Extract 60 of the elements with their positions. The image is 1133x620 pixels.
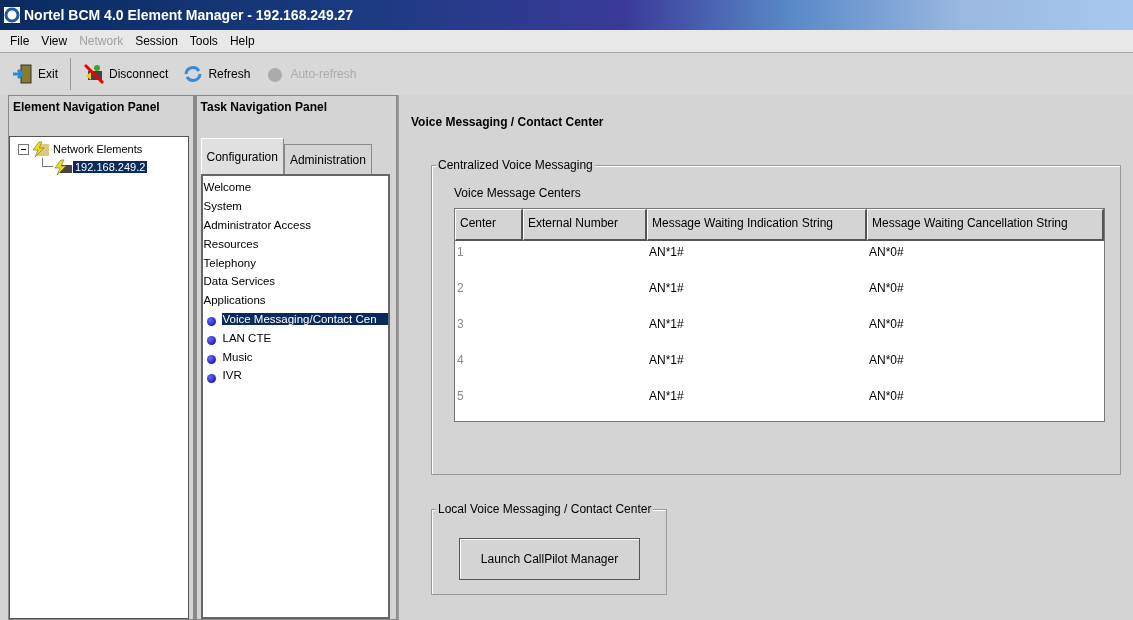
table-cell: 3	[457, 317, 464, 331]
tab[interactable]: Administration	[283, 144, 372, 174]
table-cell: AN*1#	[649, 281, 684, 295]
task-item[interactable]: System	[202, 200, 243, 213]
door-icon	[12, 63, 34, 85]
tree-item[interactable]: 192.168.249.2	[73, 161, 148, 173]
group-title: Centralized Voice Messaging	[436, 158, 595, 172]
task-item[interactable]: Voice Messaging/Contact Cen	[221, 312, 388, 325]
bullet-icon	[206, 355, 216, 365]
task-item[interactable]: Data Services	[202, 275, 277, 288]
table-cell: 4	[457, 353, 464, 367]
menu-item[interactable]: Help	[223, 34, 261, 48]
disconnect-icon	[83, 63, 105, 85]
table-cell: 1	[457, 245, 464, 259]
bullet-icon	[206, 317, 216, 327]
task-item[interactable]: Welcome	[202, 181, 253, 194]
column-header[interactable]: External Number	[523, 209, 647, 241]
window-title: Nortel BCM 4.0 Element Manager - 192.168.249.27	[24, 7, 354, 23]
table-cell: AN*1#	[649, 389, 684, 403]
table-cell: AN*0#	[869, 281, 904, 295]
table-cell: AN*0#	[869, 317, 904, 331]
page-title: Voice Messaging / Contact Center	[411, 115, 604, 129]
toolbar-button[interactable]: Disconnect	[79, 61, 173, 87]
app-logo-icon	[4, 7, 20, 23]
collapse-toggle[interactable]	[18, 143, 29, 155]
bullet-icon	[206, 336, 216, 346]
table-cell: AN*0#	[869, 245, 904, 259]
table-cell: AN*0#	[869, 353, 904, 367]
task-item[interactable]: LAN CTE	[221, 331, 388, 344]
column-header[interactable]: Message Waiting Indication String	[647, 209, 867, 241]
launch-button[interactable]: Launch CallPilot Manager	[459, 538, 640, 580]
table-cell: AN*1#	[649, 317, 684, 331]
task-item[interactable]: IVR	[221, 369, 388, 382]
tree-item[interactable]: Network Elements	[51, 143, 145, 155]
lightning-folder-icon	[31, 141, 51, 157]
panel-title: Task Navigation Panel	[199, 99, 328, 116]
menu-item[interactable]: Session	[129, 34, 184, 48]
bullet-icon	[206, 373, 216, 383]
task-item[interactable]: Administrator Access	[202, 219, 312, 231]
menu-item[interactable]: View	[35, 34, 74, 48]
tab[interactable]: Configuration	[200, 138, 284, 174]
lightning-device-icon	[53, 159, 73, 175]
menu-item[interactable]: Tools	[183, 34, 224, 48]
panel-title: Element Navigation Panel	[12, 99, 161, 116]
task-item[interactable]: Telephony	[202, 256, 257, 269]
table-cell: 5	[457, 389, 464, 403]
group-title: Local Voice Messaging / Contact Center	[436, 502, 654, 516]
task-item[interactable]: Applications	[202, 294, 267, 307]
table-cell: AN*1#	[649, 245, 684, 259]
toolbar-button[interactable]: Exit	[8, 61, 62, 87]
table-cell: AN*1#	[649, 353, 684, 367]
table-cell: AN*0#	[869, 389, 904, 403]
table-title: Voice Message Centers	[454, 186, 582, 202]
toolbar-button[interactable]: Refresh	[178, 61, 255, 87]
column-header[interactable]: Center	[455, 209, 523, 241]
column-header[interactable]: Message Waiting Cancellation String	[867, 209, 1104, 241]
menu-item[interactable]: File	[4, 34, 36, 48]
task-item[interactable]: Resources	[202, 237, 260, 250]
task-item[interactable]: Music	[221, 350, 388, 363]
table-cell: 2	[457, 281, 464, 295]
